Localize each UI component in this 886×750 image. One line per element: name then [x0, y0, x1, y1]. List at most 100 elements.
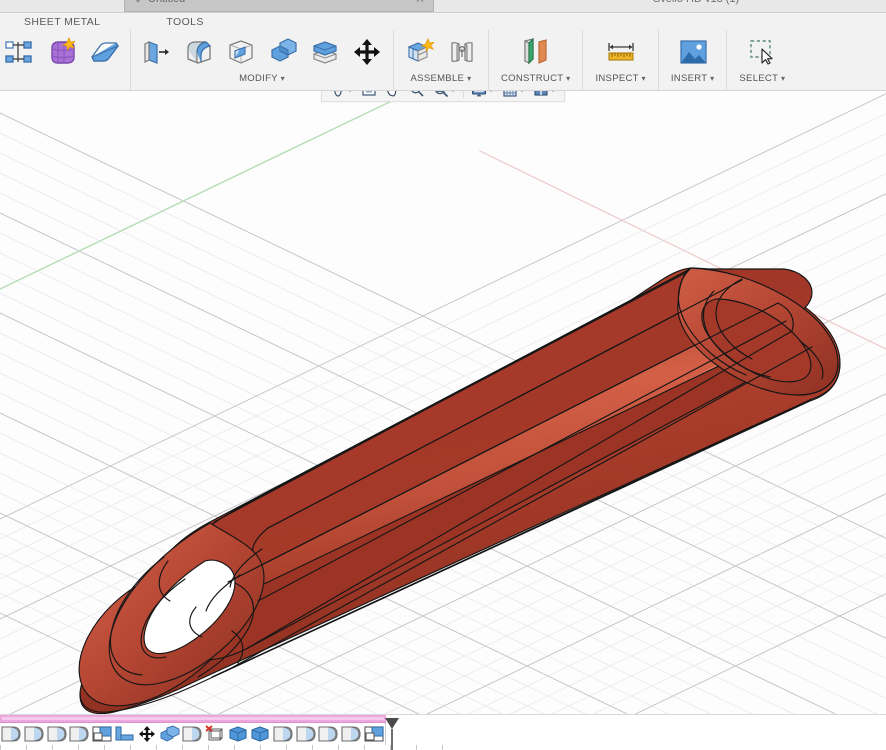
ribbon-panel-inspect-label[interactable]: INSPECT ▾: [595, 73, 645, 84]
inspect-label-text: INSPECT: [595, 73, 639, 84]
chevron-down-icon-select[interactable]: ▾: [781, 74, 785, 83]
timeline-node-6[interactable]: [113, 723, 136, 745]
timeline-progress-inner: [2, 717, 384, 720]
3d-viewport[interactable]: [0, 91, 886, 714]
close-icon[interactable]: ✕: [415, 0, 425, 6]
timeline-node-14[interactable]: [294, 723, 317, 745]
timeline-tick: [208, 745, 209, 750]
timeline-tick: [312, 745, 313, 750]
timeline-node-1[interactable]: [0, 723, 23, 745]
insert-image-icon[interactable]: [673, 32, 713, 72]
chevron-down-icon-construct[interactable]: ▾: [566, 74, 570, 83]
timeline-bar[interactable]: [0, 714, 886, 750]
view-navigation-bar[interactable]: [321, 91, 565, 102]
create-form-icon[interactable]: [42, 32, 82, 72]
timeline-node-9[interactable]: [181, 723, 204, 745]
shell-icon[interactable]: [221, 32, 261, 72]
timeline-node-7[interactable]: [136, 723, 159, 745]
zoom-button[interactable]: [405, 91, 429, 101]
ribbon-tab-tools[interactable]: TOOLS: [156, 16, 213, 28]
timeline-node-13[interactable]: [272, 723, 295, 745]
timeline-tick: [156, 745, 157, 750]
timeline-node-10[interactable]: [204, 723, 227, 745]
ribbon-tab-sheet-metal[interactable]: SHEET METAL: [14, 16, 110, 28]
grid-snaps-button[interactable]: [498, 91, 529, 101]
timeline-tick: [0, 745, 1, 750]
timeline-tick: [260, 745, 261, 750]
chevron-down-icon-orbit[interactable]: [347, 91, 353, 92]
timeline-tick: [442, 745, 443, 750]
timeline-node-12[interactable]: [249, 723, 272, 745]
unfold-icon[interactable]: [137, 32, 177, 72]
modify-label-text: MODIFY: [239, 73, 278, 84]
document-tab-untitled[interactable]: Untitled ✕: [124, 0, 434, 12]
joint-icon[interactable]: [442, 32, 482, 72]
orbit-button[interactable]: [326, 91, 357, 101]
ribbon-panel-insert-label[interactable]: INSERT ▾: [671, 73, 715, 84]
timeline-node-2[interactable]: [23, 723, 46, 745]
display-settings-button[interactable]: [467, 91, 498, 101]
timeline-tick: [416, 745, 417, 750]
ribbon-panel-construct-label[interactable]: CONSTRUCT ▾: [501, 73, 570, 84]
document-tab-title: Untitled: [148, 0, 185, 5]
timeline-tick: [26, 745, 27, 750]
document-caret-icon: [133, 0, 143, 3]
chevron-down-icon-display[interactable]: [488, 91, 494, 92]
ribbon-panel-select: SELECT ▾: [726, 30, 797, 90]
combine-icon[interactable]: [263, 32, 303, 72]
zoom-window-button[interactable]: [429, 91, 460, 101]
timeline-track[interactable]: [0, 723, 386, 745]
timeline-node-15[interactable]: [317, 723, 340, 745]
ribbon-panel-modify-label[interactable]: MODIFY ▾: [137, 73, 387, 84]
move-copy-icon[interactable]: [347, 32, 387, 72]
chevron-down-icon-grid[interactable]: [519, 91, 525, 92]
pan-button[interactable]: [381, 91, 405, 101]
timeline-tick: [78, 745, 79, 750]
timeline-tick: [182, 745, 183, 750]
timeline-node-5[interactable]: [91, 723, 114, 745]
timeline-tick: [338, 745, 339, 750]
fillet-icon[interactable]: [179, 32, 219, 72]
timeline-end-marker[interactable]: [383, 717, 401, 750]
chevron-down-icon-viewports[interactable]: [550, 91, 556, 92]
timeline-node-3[interactable]: [45, 723, 68, 745]
timeline-node-17[interactable]: [362, 723, 385, 745]
timeline-tick: [364, 745, 365, 750]
ribbon-panel-insert: INSERT ▾: [657, 30, 727, 90]
timeline-node-4[interactable]: [68, 723, 91, 745]
ribbon-panel-modify: MODIFY ▾: [130, 30, 393, 90]
select-label-text: SELECT: [739, 73, 779, 84]
timeline-progress: [0, 715, 386, 723]
assemble-label-text: ASSEMBLE: [410, 73, 465, 84]
ribbon-panel-assemble-label[interactable]: ASSEMBLE ▾: [400, 73, 482, 84]
flange-icon[interactable]: [84, 32, 124, 72]
measure-icon[interactable]: [601, 32, 641, 72]
offset-plane-icon[interactable]: [516, 32, 556, 72]
select-icon[interactable]: [742, 32, 782, 72]
timeline-node-11[interactable]: [226, 723, 249, 745]
flange-pattern-icon[interactable]: [0, 32, 40, 72]
document-tab-strip: Untitled ✕ Svello HD v13 (1): [0, 0, 886, 13]
chevron-down-icon-modify[interactable]: ▾: [281, 74, 285, 83]
document-tab-svello[interactable]: Svello HD v13 (1): [640, 0, 747, 12]
chevron-down-icon-zoomwindow[interactable]: [450, 91, 456, 92]
viewport-canvas[interactable]: [0, 91, 886, 714]
timeline-tick: [104, 745, 105, 750]
new-component-icon[interactable]: [400, 32, 440, 72]
viewports-button[interactable]: [529, 91, 560, 101]
split-body-icon[interactable]: [305, 32, 345, 72]
ribbon-panel-inspect: INSPECT ▾: [582, 30, 657, 90]
document-tab-title-2: Svello HD v13 (1): [653, 0, 739, 5]
chevron-down-icon-assemble[interactable]: ▾: [467, 74, 471, 83]
ribbon: SHEET METAL TOOLS MODIFY ▾ ASSEMBLE ▾ CO…: [0, 13, 886, 91]
ribbon-panel-construct: CONSTRUCT ▾: [488, 30, 582, 90]
ribbon-panel-assemble: ASSEMBLE ▾: [393, 30, 488, 90]
chevron-down-icon-insert[interactable]: ▾: [710, 74, 714, 83]
timeline-tick: [286, 745, 287, 750]
timeline-node-16[interactable]: [340, 723, 363, 745]
timeline-node-8[interactable]: [158, 723, 181, 745]
ribbon-panel-select-label[interactable]: SELECT ▾: [739, 73, 785, 84]
application-window: Untitled ✕ Svello HD v13 (1) SHEET METAL…: [0, 0, 886, 750]
chevron-down-icon-inspect[interactable]: ▾: [642, 74, 646, 83]
look-at-button[interactable]: [357, 91, 381, 101]
